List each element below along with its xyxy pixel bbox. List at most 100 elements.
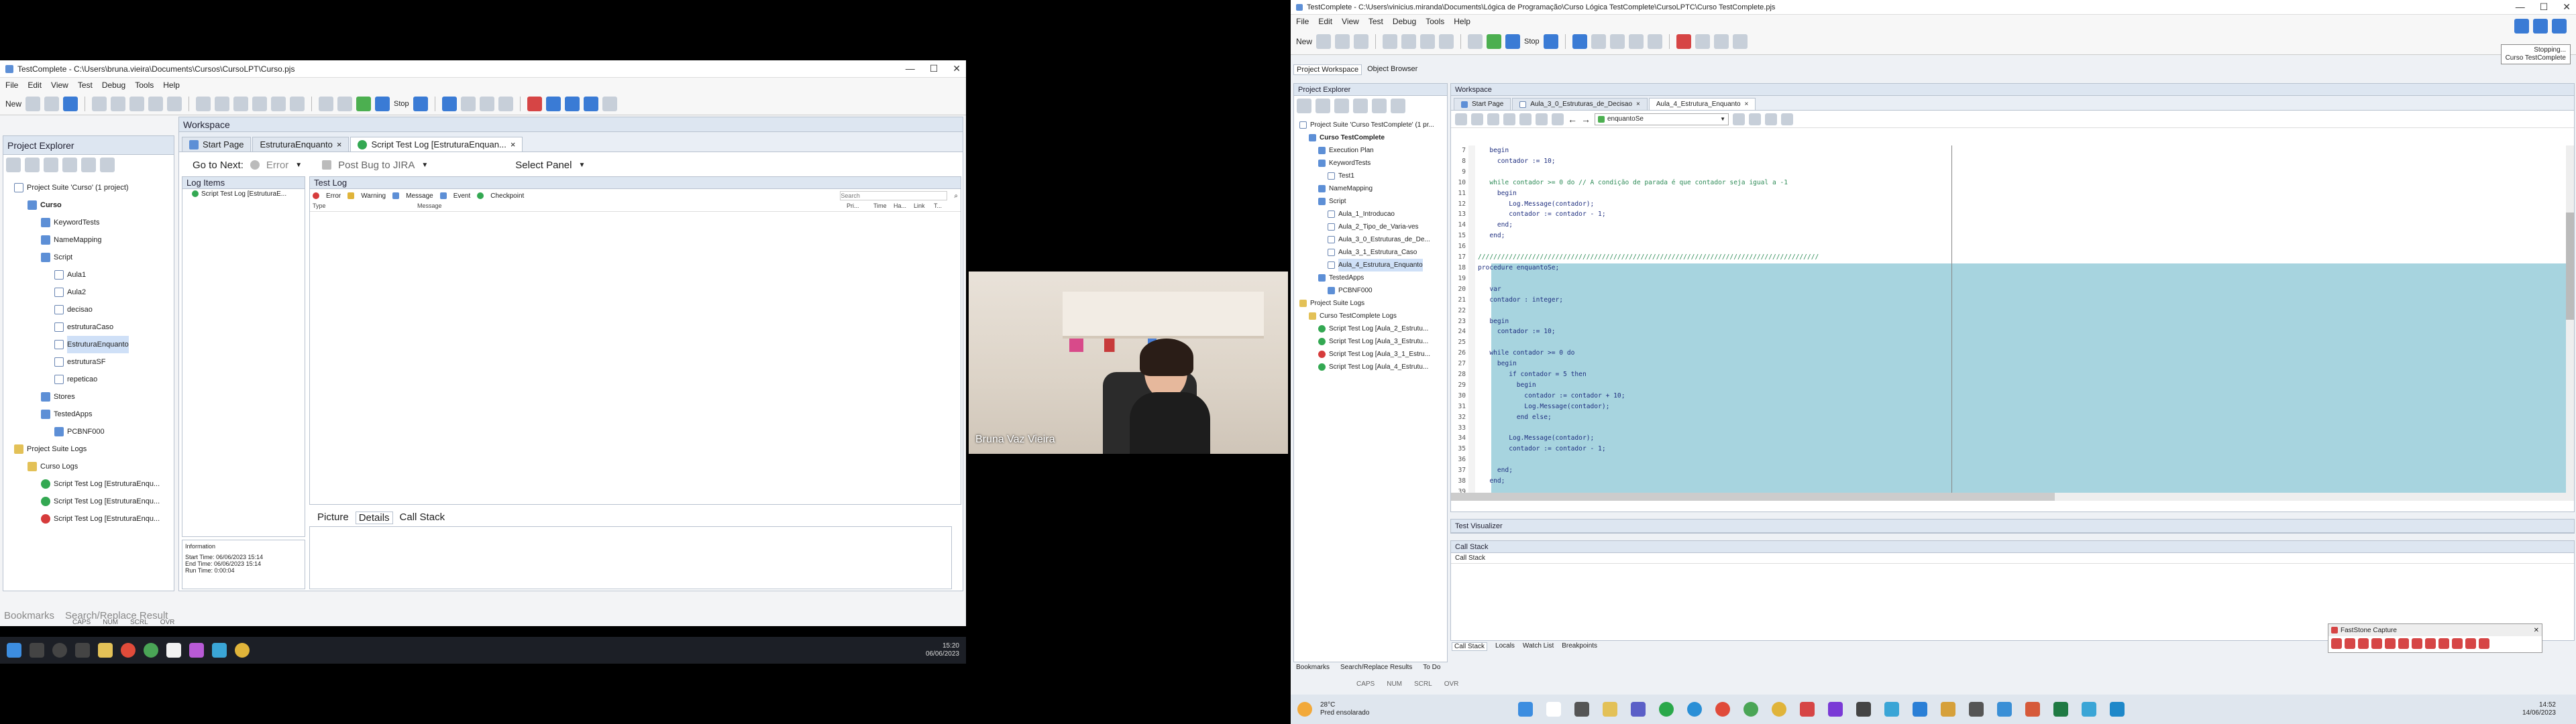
column-header[interactable]: Link xyxy=(914,202,934,211)
tree-item[interactable]: Script Test Log [EstruturaEnqu... xyxy=(9,493,170,510)
menu-view[interactable]: View xyxy=(51,80,68,90)
chrome-icon[interactable] xyxy=(144,643,158,658)
tool-icon[interactable] xyxy=(1334,99,1349,113)
todo-tab[interactable]: To Do xyxy=(1423,664,1440,671)
open-icon[interactable] xyxy=(25,96,41,111)
save-icon[interactable] xyxy=(44,96,60,111)
stop-icon[interactable] xyxy=(2552,19,2567,34)
code-line[interactable]: begin xyxy=(1478,380,1819,391)
tree-item[interactable]: KeywordTests xyxy=(9,214,170,231)
capture-icon[interactable] xyxy=(2425,638,2436,649)
edge-icon[interactable] xyxy=(1687,702,1703,717)
app-icon[interactable] xyxy=(2082,702,2097,717)
tree-item[interactable]: PCBNF000 xyxy=(9,423,170,440)
weather-widget[interactable]: 28°C Pred ensolarado xyxy=(1320,701,1369,717)
code-line[interactable] xyxy=(1478,455,1819,465)
pause-icon[interactable] xyxy=(413,96,428,111)
pause-run-icon[interactable] xyxy=(1572,34,1587,49)
menu-debug[interactable]: Debug xyxy=(102,80,125,90)
tool-icon[interactable] xyxy=(1552,113,1564,125)
tree-item[interactable]: TestedApps xyxy=(9,406,170,423)
tool-icon[interactable] xyxy=(290,96,305,111)
menu-help[interactable]: Help xyxy=(1454,17,1470,26)
new-button[interactable]: New xyxy=(1296,37,1312,46)
capture-icon[interactable] xyxy=(2465,638,2476,649)
code-line[interactable]: contador : integer; xyxy=(1478,295,1819,306)
code-line[interactable]: end; xyxy=(1478,231,1819,241)
chevron-down-icon[interactable]: ▼ xyxy=(295,162,302,169)
windows-start-icon[interactable] xyxy=(1518,702,1534,717)
code-line[interactable]: contador := 10; xyxy=(1478,326,1819,337)
tree-item[interactable]: Aula2 xyxy=(9,284,170,301)
tab-watch-list[interactable]: Watch List xyxy=(1523,642,1554,651)
minimize-icon[interactable]: — xyxy=(906,63,915,74)
code-line[interactable] xyxy=(1478,423,1819,434)
column-header[interactable]: Type xyxy=(310,202,417,211)
file-explorer-icon[interactable] xyxy=(1603,702,1618,717)
stop-icon[interactable] xyxy=(1505,34,1521,49)
tool-icon[interactable] xyxy=(1391,99,1405,113)
chrome-icon[interactable] xyxy=(235,643,250,658)
tool-icon[interactable] xyxy=(252,96,268,111)
tab-details[interactable]: Details xyxy=(355,511,393,524)
object-spy-icon[interactable] xyxy=(545,96,561,111)
tab-script-test-log[interactable]: Script Test Log [EstruturaEnquan... × xyxy=(350,137,523,152)
tool-icon[interactable] xyxy=(1353,99,1368,113)
step-icon[interactable] xyxy=(498,96,513,111)
open-icon[interactable] xyxy=(1316,34,1332,49)
tree-item[interactable]: Project Suite 'Curso' (1 project) xyxy=(9,179,170,196)
pause-run-icon[interactable] xyxy=(441,96,457,111)
tool-icon[interactable] xyxy=(100,158,115,172)
chevron-down-icon[interactable]: ▼ xyxy=(1720,116,1725,122)
capture-icon[interactable] xyxy=(2452,638,2463,649)
scroll-thumb[interactable] xyxy=(2566,213,2574,320)
tree-item[interactable]: Project Suite 'Curso TestComplete' (1 pr… xyxy=(1297,119,1444,131)
tree-item[interactable]: Aula_3_1_Estrutura_Caso xyxy=(1297,246,1444,259)
spy-icon[interactable] xyxy=(1676,34,1691,49)
column-header[interactable]: Time xyxy=(873,202,894,211)
menu-test[interactable]: Test xyxy=(78,80,93,90)
pause-icon[interactable] xyxy=(1543,34,1558,49)
menu-view[interactable]: View xyxy=(1342,17,1359,26)
tool-icon[interactable] xyxy=(1749,113,1761,125)
code-text[interactable]: begin contador := 10; while contador >= … xyxy=(1478,145,1819,497)
stop-button[interactable]: Stop xyxy=(394,100,409,108)
tab-estruturaenquanto[interactable]: EstruturaEnquanto × xyxy=(252,137,350,152)
tree-item-selected[interactable]: Aula_4_Estrutura_Enquanto xyxy=(1297,259,1444,272)
chevron-down-icon[interactable]: ▼ xyxy=(579,162,586,169)
close-icon[interactable]: ✕ xyxy=(953,63,961,74)
tree-item[interactable]: Aula_3_0_Estruturas_de_De... xyxy=(1297,233,1444,246)
tool-icon[interactable] xyxy=(44,158,58,172)
tool-icon[interactable] xyxy=(564,96,580,111)
tool-icon[interactable] xyxy=(1536,113,1548,125)
testcomplete-icon[interactable] xyxy=(2110,702,2125,717)
tree-item[interactable]: TestedApps xyxy=(1297,272,1444,284)
run-icon[interactable] xyxy=(356,96,372,111)
step-icon[interactable] xyxy=(479,96,494,111)
tool-icon[interactable] xyxy=(1372,99,1387,113)
tool-icon[interactable] xyxy=(1420,34,1436,49)
menu-test[interactable]: Test xyxy=(1368,17,1383,26)
step-icon[interactable] xyxy=(1628,34,1644,49)
code-line[interactable]: procedure enquantoSe; xyxy=(1478,263,1819,274)
code-line[interactable]: Log.Message(contador); xyxy=(1478,402,1819,412)
teams-icon[interactable] xyxy=(1631,702,1646,717)
code-line[interactable]: Log.Message(contador); xyxy=(1478,433,1819,444)
stop-button[interactable]: Stop xyxy=(1524,38,1540,46)
tool-icon[interactable] xyxy=(233,96,249,111)
code-line[interactable]: end; xyxy=(1478,476,1819,487)
tab-call-stack[interactable]: Call Stack xyxy=(1452,642,1488,651)
code-line[interactable]: contador := contador - 1; xyxy=(1478,444,1819,455)
search-input[interactable] xyxy=(840,191,948,200)
tool-icon[interactable] xyxy=(1733,113,1745,125)
weather-icon[interactable] xyxy=(1297,702,1312,717)
tree-item[interactable]: Script Test Log [Aula_3_Estrutu... xyxy=(1297,335,1444,348)
back-icon[interactable]: ← xyxy=(1568,114,1577,125)
pause-icon[interactable] xyxy=(2533,19,2548,34)
tab-aula-4[interactable]: Aula_4_Estrutura_Enquanto × xyxy=(1648,98,1756,110)
tool-icon[interactable] xyxy=(1487,113,1499,125)
save-all-icon[interactable] xyxy=(1354,34,1369,49)
redo-icon[interactable] xyxy=(111,96,126,111)
tool-icon[interactable] xyxy=(1713,34,1729,49)
code-line[interactable]: var xyxy=(1478,284,1819,295)
